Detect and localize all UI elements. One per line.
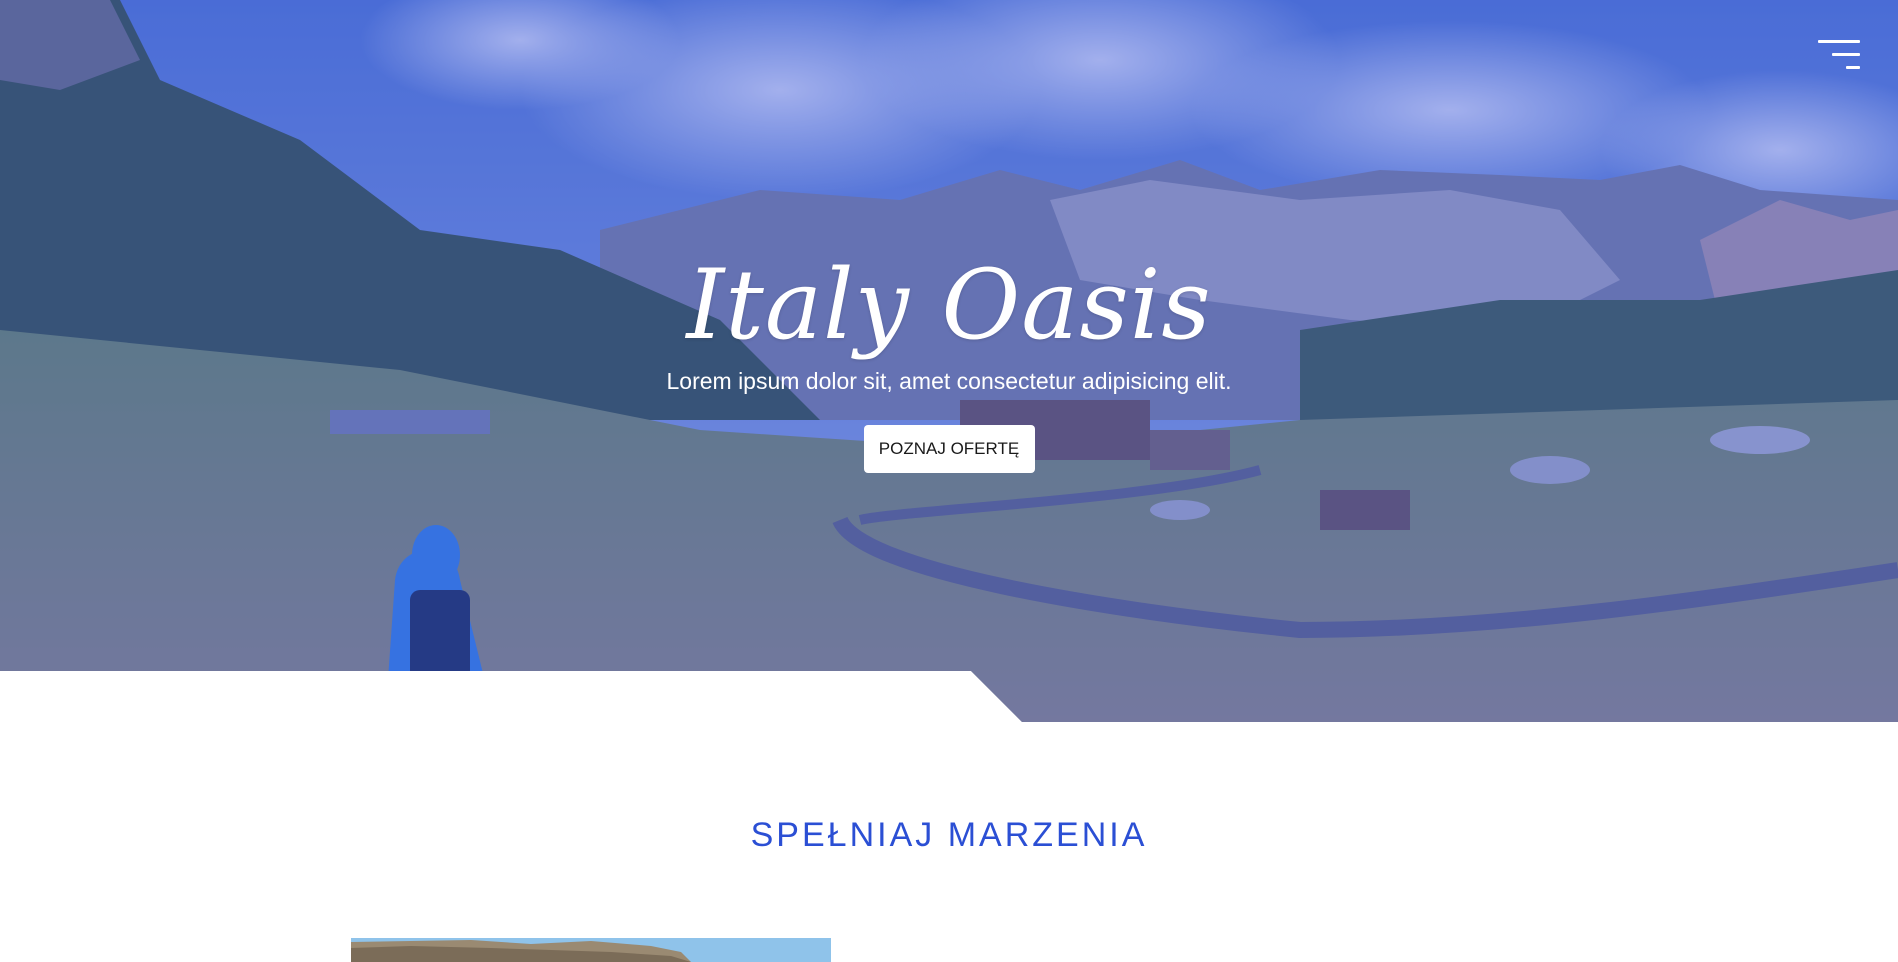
hero-section: Italy Oasis Lorem ipsum dolor sit, amet …	[0, 0, 1898, 722]
menu-line	[1832, 53, 1860, 56]
hero-title: Italy Oasis	[686, 249, 1212, 361]
menu-line	[1818, 40, 1860, 43]
hero-subtitle: Lorem ipsum dolor sit, amet consectetur …	[666, 368, 1232, 394]
landing-page: Italy Oasis Lorem ipsum dolor sit, amet …	[0, 0, 1898, 962]
offer-button[interactable]: POZNAJ OFERTĘ	[863, 425, 1035, 473]
menu-line	[1846, 66, 1860, 69]
hamburger-icon[interactable]	[1816, 38, 1860, 74]
ruins-image	[351, 938, 831, 962]
section-title: SPEŁNIAJ MARZENIA	[750, 816, 1148, 854]
hero-content: Italy Oasis Lorem ipsum dolor sit, amet …	[0, 250, 1898, 473]
